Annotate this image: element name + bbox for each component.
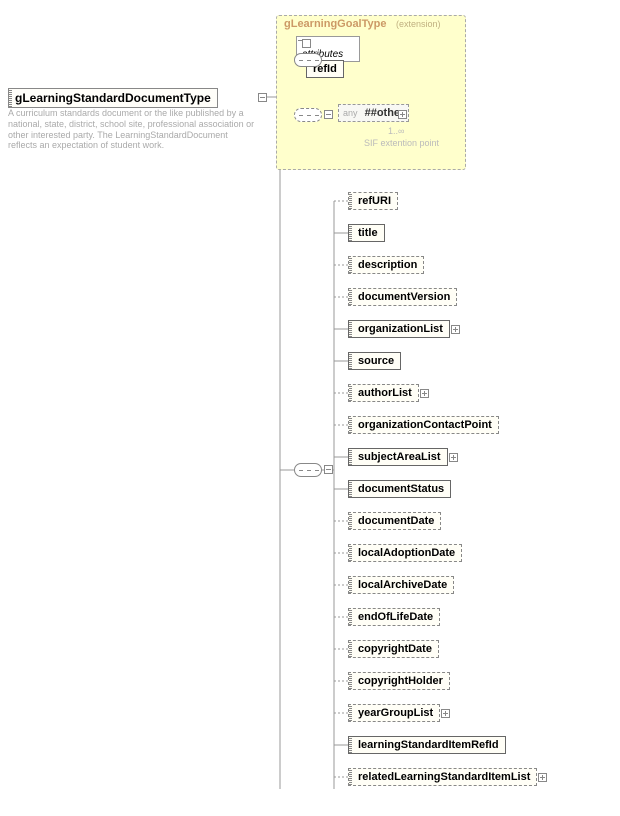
element-label: refURI [358, 195, 391, 207]
element-localArchiveDate: localArchiveDate [348, 576, 454, 594]
element-documentStatus: documentStatus [348, 480, 451, 498]
element-label: subjectAreaList [358, 451, 441, 463]
element-documentDate: documentDate [348, 512, 441, 530]
element-label: authorList [358, 387, 412, 399]
expand-icon [449, 453, 458, 462]
element-label: documentVersion [358, 291, 450, 303]
element-label: copyrightDate [358, 643, 432, 655]
element-label: localArchiveDate [358, 579, 447, 591]
element-subjectAreaList: subjectAreaList [348, 448, 448, 466]
element-endOfLifeDate: endOfLifeDate [348, 608, 440, 626]
element-label: yearGroupList [358, 707, 433, 719]
expand-icon [538, 773, 547, 782]
element-copyrightDate: copyrightDate [348, 640, 439, 658]
element-source: source [348, 352, 401, 370]
extension-title: gLearningGoalType [284, 18, 386, 30]
element-authorList: authorList [348, 384, 419, 402]
main-seq-expand [324, 465, 333, 474]
root-type-label: gLearningStandardDocumentType [15, 91, 211, 105]
element-label: description [358, 259, 417, 271]
element-label: localAdoptionDate [358, 547, 455, 559]
element-label: title [358, 227, 378, 239]
element-label: endOfLifeDate [358, 611, 433, 623]
element-yearGroupList: yearGroupList [348, 704, 440, 722]
extension-subtitle: (extension) [396, 19, 441, 29]
element-organizationContactPoint: organizationContactPoint [348, 416, 499, 434]
any-seq-connector [294, 108, 322, 122]
element-label: learningStandardItemRefId [358, 739, 499, 751]
expand-icon [441, 709, 450, 718]
any-label: any [343, 108, 358, 118]
element-localAdoptionDate: localAdoptionDate [348, 544, 462, 562]
expand-icon [420, 389, 429, 398]
element-description: description [348, 256, 424, 274]
element-label: source [358, 355, 394, 367]
any-cardinality: 1..∞ [388, 126, 404, 136]
any-expand-icon [398, 110, 407, 119]
element-copyrightHolder: copyrightHolder [348, 672, 450, 690]
element-label: relatedLearningStandardItemList [358, 771, 530, 783]
root-type-box: gLearningStandardDocumentType [8, 88, 218, 108]
any-seq-expand [324, 110, 333, 119]
element-label: documentStatus [358, 483, 444, 495]
element-organizationList: organizationList [348, 320, 450, 338]
root-description: A curriculum standards document or the l… [8, 108, 258, 151]
attr-seq-connector [294, 53, 322, 67]
element-refURI: refURI [348, 192, 398, 210]
element-documentVersion: documentVersion [348, 288, 457, 306]
element-learningStandardItemRefId: learningStandardItemRefId [348, 736, 506, 754]
element-title: title [348, 224, 385, 242]
element-label: documentDate [358, 515, 434, 527]
main-seq-connector [294, 463, 322, 477]
element-label: organizationContactPoint [358, 419, 492, 431]
expand-icon [451, 325, 460, 334]
extension-note: SIF extention point [364, 138, 439, 148]
element-label: organizationList [358, 323, 443, 335]
element-relatedLearningStandardItemList: relatedLearningStandardItemList [348, 768, 537, 786]
root-expand-icon [258, 93, 267, 102]
element-label: copyrightHolder [358, 675, 443, 687]
